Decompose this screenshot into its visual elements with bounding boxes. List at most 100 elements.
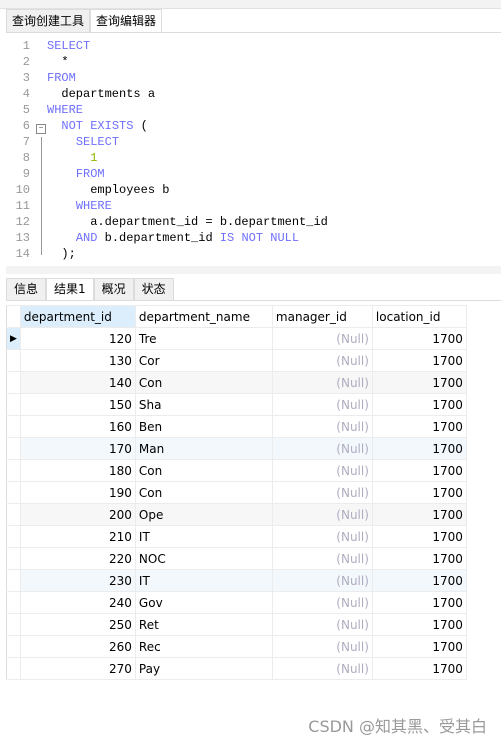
row-header[interactable]	[6, 613, 21, 636]
table-cell[interactable]: (Null)	[271, 327, 373, 350]
tab-query-editor[interactable]: 查询编辑器	[90, 9, 163, 32]
tab-info[interactable]: 信息	[6, 278, 47, 300]
table-cell[interactable]: 1700	[371, 547, 467, 570]
table-row[interactable]: 160 Ben (Null) 1700	[6, 415, 467, 438]
table-row[interactable]: ▶ 120 Tre (Null) 1700	[6, 327, 467, 350]
tab-result1[interactable]: 结果1	[46, 278, 94, 300]
table-row[interactable]: 250 Ret (Null) 1700	[6, 613, 467, 636]
row-header[interactable]	[6, 437, 21, 460]
tab-profile[interactable]: 概况	[93, 278, 134, 300]
table-cell[interactable]: 1700	[371, 613, 467, 636]
table-cell[interactable]: 1700	[371, 437, 467, 460]
table-cell[interactable]: 220	[19, 547, 136, 570]
tab-status[interactable]: 状态	[133, 278, 174, 300]
table-cell[interactable]: Rec	[134, 635, 273, 658]
table-cell[interactable]: 130	[19, 349, 136, 372]
table-cell[interactable]: (Null)	[271, 635, 373, 658]
table-cell[interactable]: Gov	[134, 591, 273, 614]
row-header[interactable]	[6, 547, 21, 570]
table-cell[interactable]: 1700	[371, 371, 467, 394]
column-header[interactable]: location_id	[371, 305, 467, 328]
table-row[interactable]: 180 Con (Null) 1700	[6, 459, 467, 482]
table-cell[interactable]: (Null)	[271, 547, 373, 570]
table-cell[interactable]: Con	[134, 459, 273, 482]
table-cell[interactable]: 1700	[371, 393, 467, 416]
table-row[interactable]: 270 Pay (Null) 1700	[6, 657, 467, 680]
tab-query-builder[interactable]: 查询创建工具	[6, 9, 91, 32]
table-cell[interactable]: 1700	[371, 591, 467, 614]
table-cell[interactable]: Sha	[134, 393, 273, 416]
table-cell[interactable]: 230	[19, 569, 136, 592]
table-cell[interactable]: 1700	[371, 503, 467, 526]
table-cell[interactable]: 1700	[371, 657, 467, 680]
table-cell[interactable]: 1700	[371, 349, 467, 372]
table-cell[interactable]: 1700	[371, 635, 467, 658]
table-cell[interactable]: 1700	[371, 481, 467, 504]
table-cell[interactable]: (Null)	[271, 349, 373, 372]
table-cell[interactable]: Con	[134, 481, 273, 504]
table-cell[interactable]: (Null)	[271, 393, 373, 416]
table-cell[interactable]: (Null)	[271, 437, 373, 460]
table-cell[interactable]: 1700	[371, 569, 467, 592]
table-cell[interactable]: (Null)	[271, 415, 373, 438]
table-row[interactable]: 260 Rec (Null) 1700	[6, 635, 467, 658]
row-header[interactable]	[6, 635, 21, 658]
row-header[interactable]	[6, 503, 21, 526]
table-row[interactable]: 150 Sha (Null) 1700	[6, 393, 467, 416]
table-cell[interactable]: 120	[19, 327, 136, 350]
table-row[interactable]: 170 Man (Null) 1700	[6, 437, 467, 460]
table-cell[interactable]: (Null)	[271, 371, 373, 394]
table-cell[interactable]: 150	[19, 393, 136, 416]
row-header[interactable]	[6, 349, 21, 372]
table-cell[interactable]: 170	[19, 437, 136, 460]
table-cell[interactable]: (Null)	[271, 591, 373, 614]
column-header[interactable]: manager_id	[271, 305, 373, 328]
table-cell[interactable]: 140	[19, 371, 136, 394]
table-cell[interactable]: 260	[19, 635, 136, 658]
column-header[interactable]: department_name	[134, 305, 273, 328]
table-cell[interactable]: Pay	[134, 657, 273, 680]
row-header[interactable]	[6, 525, 21, 548]
table-cell[interactable]: Cor	[134, 349, 273, 372]
sql-editor[interactable]: 1 SELECT 2 * 3 FROM 4 departments a 5 WHERE 6 NO…	[6, 32, 501, 265]
table-cell[interactable]: Ope	[134, 503, 273, 526]
table-row[interactable]: 240 Gov (Null) 1700	[6, 591, 467, 614]
table-cell[interactable]: (Null)	[271, 525, 373, 548]
table-row[interactable]: 140 Con (Null) 1700	[6, 371, 467, 394]
table-cell[interactable]: Ret	[134, 613, 273, 636]
table-cell[interactable]: Man	[134, 437, 273, 460]
fold-toggle-icon[interactable]: −	[36, 124, 46, 134]
table-row[interactable]: 130 Cor (Null) 1700	[6, 349, 467, 372]
table-row[interactable]: 230 IT (Null) 1700	[6, 569, 467, 592]
table-cell[interactable]: IT	[134, 569, 273, 592]
row-header[interactable]	[6, 591, 21, 614]
table-cell[interactable]: (Null)	[271, 613, 373, 636]
row-header[interactable]	[6, 459, 21, 482]
table-cell[interactable]: 250	[19, 613, 136, 636]
table-cell[interactable]: 180	[19, 459, 136, 482]
table-cell[interactable]: 1700	[371, 327, 467, 350]
column-header[interactable]: department_id	[19, 305, 136, 328]
row-header[interactable]	[6, 371, 21, 394]
table-cell[interactable]: (Null)	[271, 569, 373, 592]
table-cell[interactable]: 190	[19, 481, 136, 504]
table-cell[interactable]: Tre	[134, 327, 273, 350]
table-cell[interactable]: (Null)	[271, 481, 373, 504]
table-cell[interactable]: 210	[19, 525, 136, 548]
row-header[interactable]	[6, 393, 21, 416]
row-header[interactable]	[6, 569, 21, 592]
current-row-indicator-icon[interactable]: ▶	[6, 327, 21, 350]
table-cell[interactable]: 200	[19, 503, 136, 526]
table-row[interactable]: 220 NOC (Null) 1700	[6, 547, 467, 570]
table-row[interactable]: 190 Con (Null) 1700	[6, 481, 467, 504]
table-cell[interactable]: 270	[19, 657, 136, 680]
row-header[interactable]	[6, 481, 21, 504]
splitter[interactable]	[6, 266, 501, 274]
table-cell[interactable]: (Null)	[271, 503, 373, 526]
table-cell[interactable]: 240	[19, 591, 136, 614]
table-cell[interactable]: Con	[134, 371, 273, 394]
table-cell[interactable]: 1700	[371, 415, 467, 438]
table-cell[interactable]: 1700	[371, 525, 467, 548]
table-row[interactable]: 200 Ope (Null) 1700	[6, 503, 467, 526]
table-cell[interactable]: Ben	[134, 415, 273, 438]
